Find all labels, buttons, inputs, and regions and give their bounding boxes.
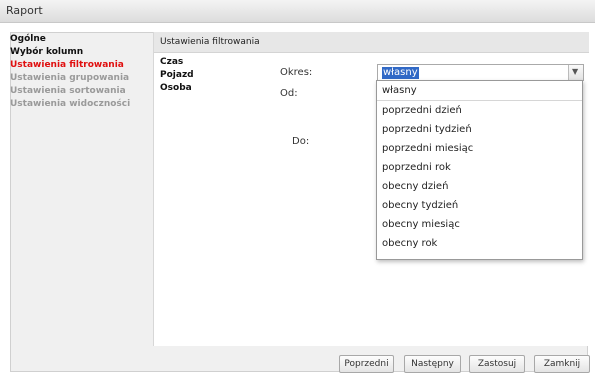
window-title: Raport	[6, 4, 43, 17]
window-title-bar: Raport	[0, 0, 595, 23]
panel-header: Ustawienia filtrowania	[154, 32, 589, 53]
filter-subnav: Czas Pojazd Osoba	[160, 56, 220, 95]
dropdown-option[interactable]: obecny rok	[377, 234, 582, 253]
dialog-footer: Poprzedni Następny Zastosuj Zamknij	[0, 348, 595, 374]
to-label: Do:	[292, 136, 310, 147]
dropdown-arrow-button[interactable]: ▼	[568, 65, 583, 80]
dropdown-option[interactable]: obecny dzień	[377, 177, 582, 196]
dropdown-option[interactable]: poprzedni tydzień	[377, 120, 582, 139]
sidebar-item-filtering[interactable]: Ustawienia filtrowania	[10, 59, 150, 72]
period-select-value: własny	[382, 67, 419, 79]
close-button[interactable]: Zamknij	[534, 355, 590, 373]
sidebar-item-sorting: Ustawienia sortowania	[10, 86, 126, 96]
sidebar-item-general[interactable]: Ogólne	[10, 33, 150, 46]
panel-title: Ustawienia filtrowania	[160, 37, 260, 47]
dropdown-option[interactable]: poprzedni dzień	[377, 101, 582, 120]
subnav-item-person[interactable]: Osoba	[160, 82, 220, 95]
previous-button[interactable]: Poprzedni	[339, 355, 394, 373]
period-select[interactable]: własny ▼	[377, 64, 584, 81]
sidebar: Ogólne Wybór kolumn Ustawienia filtrowan…	[10, 33, 150, 111]
subnav-item-vehicle[interactable]: Pojazd	[160, 69, 220, 82]
filter-settings-panel: Ustawienia filtrowania Czas Pojazd Osoba…	[153, 32, 589, 346]
from-label: Od:	[280, 88, 298, 99]
apply-button[interactable]: Zastosuj	[469, 355, 525, 373]
dropdown-option[interactable]: obecny tydzień	[377, 196, 582, 215]
subnav-item-time[interactable]: Czas	[160, 56, 220, 69]
next-button[interactable]: Następny	[404, 355, 461, 373]
dropdown-option[interactable]: obecny miesiąc	[377, 215, 582, 234]
sidebar-item-visibility: Ustawienia widoczności	[10, 99, 131, 109]
sidebar-item-grouping: Ustawienia grupowania	[10, 73, 130, 83]
period-label: Okres:	[280, 67, 313, 78]
dropdown-option[interactable]: własny	[377, 81, 582, 101]
chevron-down-icon: ▼	[572, 67, 579, 76]
period-dropdown-list: własny poprzedni dzień poprzedni tydzień…	[376, 80, 583, 260]
dropdown-option[interactable]: poprzedni miesiąc	[377, 139, 582, 158]
dropdown-option[interactable]: poprzedni rok	[377, 158, 582, 177]
sidebar-item-columns[interactable]: Wybór kolumn	[10, 46, 150, 59]
